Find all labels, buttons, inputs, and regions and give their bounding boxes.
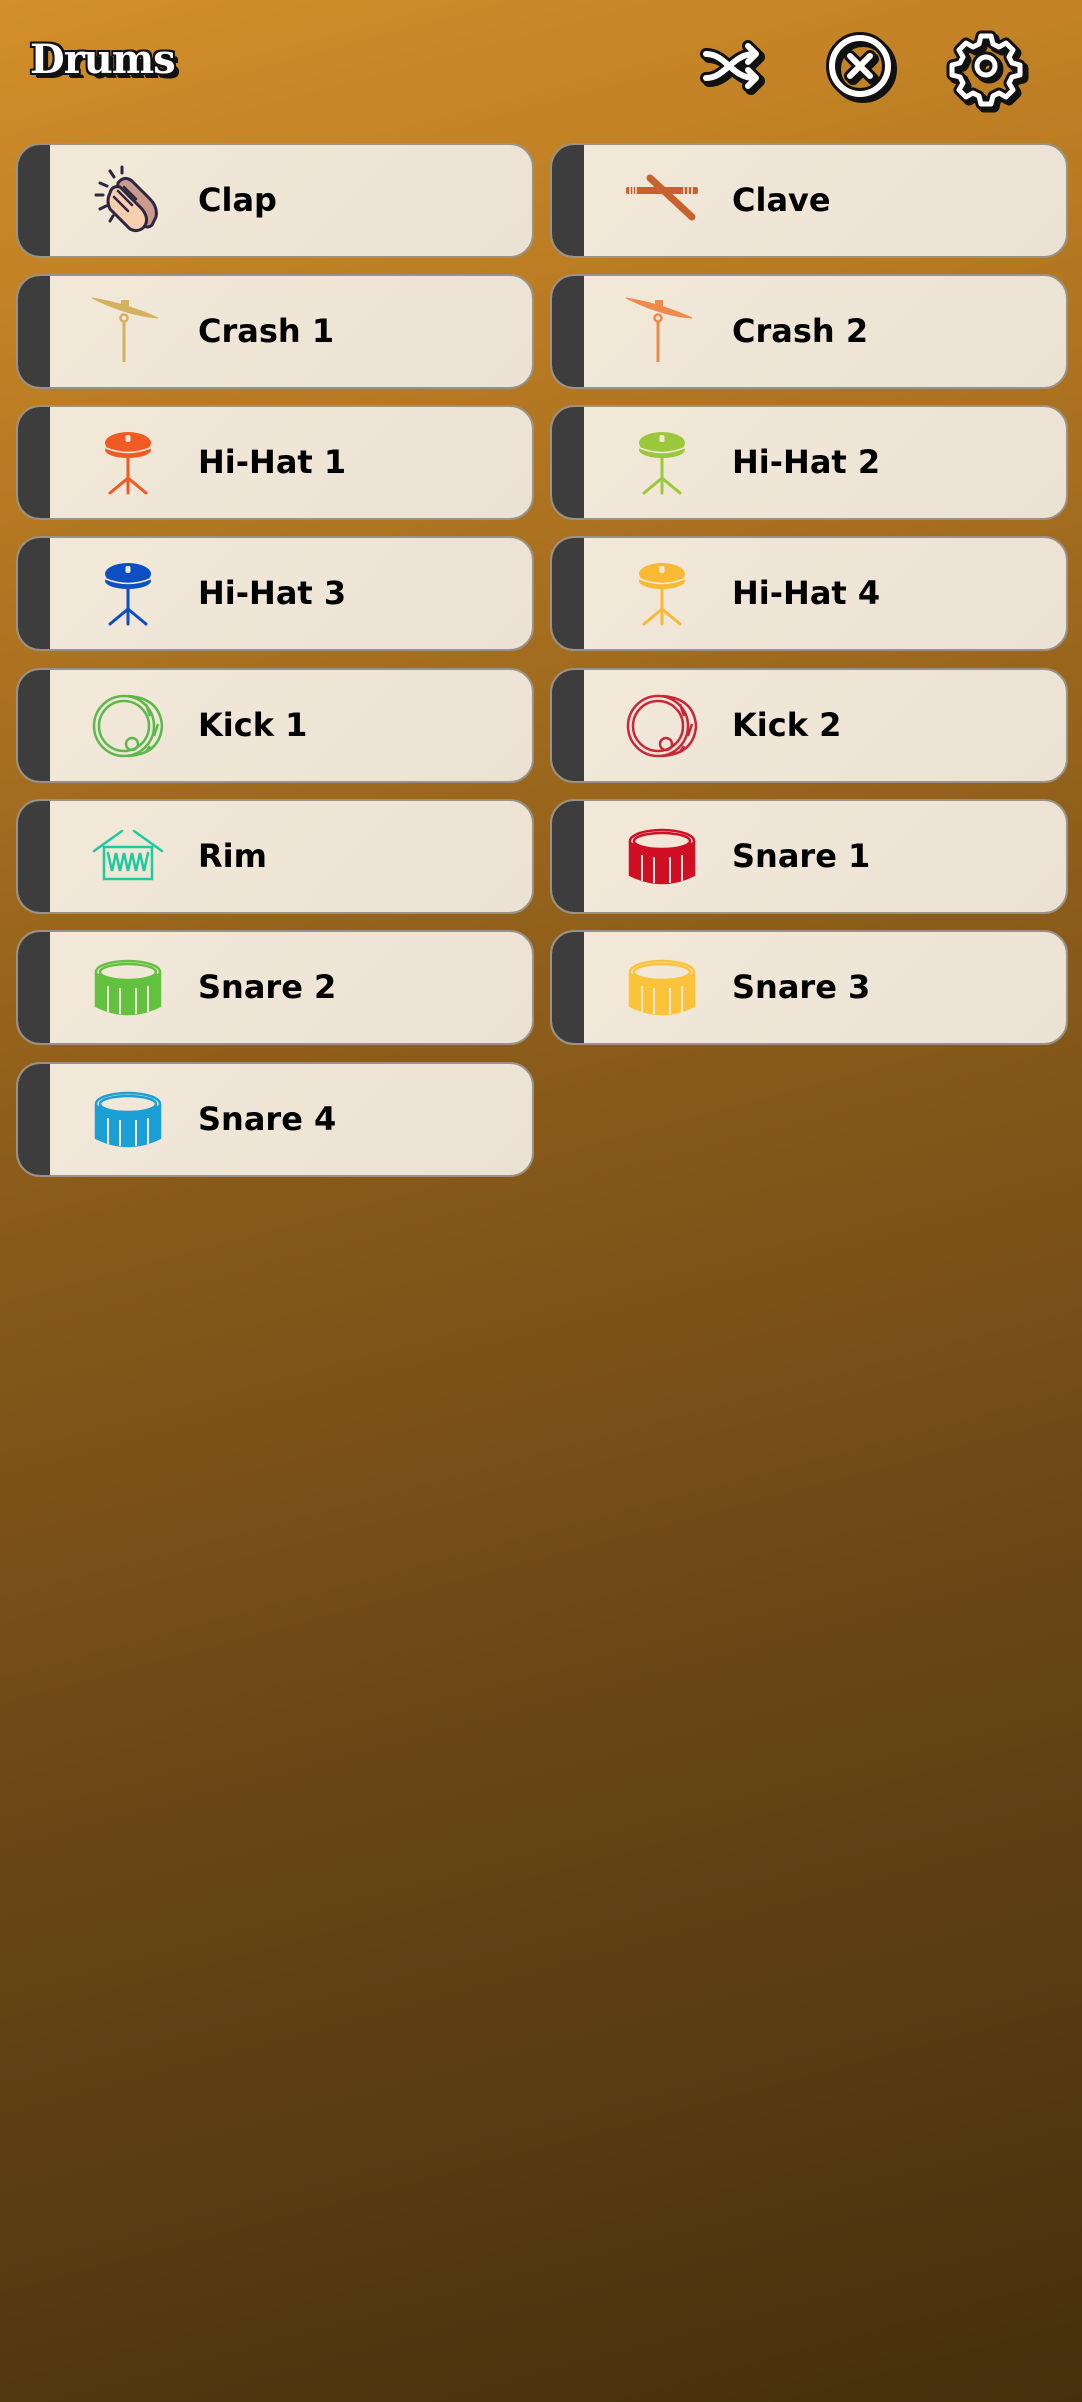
snare-drum-icon xyxy=(88,1080,168,1160)
card-accent-bar xyxy=(552,276,584,387)
shuffle-icon xyxy=(700,40,765,95)
instrument-label: Snare 2 xyxy=(198,968,337,1006)
instrument-label: Kick 1 xyxy=(198,706,308,744)
instrument-label: Crash 1 xyxy=(198,312,335,350)
card-accent-bar xyxy=(18,932,50,1043)
kick-drum-icon xyxy=(88,686,168,766)
instrument-card-hi-hat-3[interactable]: Hi-Hat 3 xyxy=(16,536,534,651)
rim-icon xyxy=(88,817,168,897)
card-accent-bar xyxy=(18,670,50,781)
snare-drum-icon xyxy=(622,817,702,897)
card-accent-bar xyxy=(18,538,50,649)
instrument-label: Clap xyxy=(198,181,277,219)
card-accent-bar xyxy=(552,932,584,1043)
clap-icon xyxy=(88,161,168,241)
hihat-icon xyxy=(88,423,168,503)
instrument-card-crash-1[interactable]: Crash 1 xyxy=(16,274,534,389)
card-accent-bar xyxy=(18,407,50,518)
gear-icon xyxy=(950,30,1022,102)
app-title: Drums xyxy=(30,36,176,83)
snare-drum-icon xyxy=(622,948,702,1028)
clave-icon xyxy=(622,161,702,241)
close-button[interactable] xyxy=(822,28,898,104)
card-accent-bar xyxy=(18,145,50,256)
instrument-card-hi-hat-1[interactable]: Hi-Hat 1 xyxy=(16,405,534,520)
hihat-icon xyxy=(88,554,168,634)
instrument-label: Hi-Hat 4 xyxy=(732,574,881,612)
instrument-label: Rim xyxy=(198,837,267,875)
snare-drum-icon xyxy=(88,948,168,1028)
instrument-label: Hi-Hat 2 xyxy=(732,443,881,481)
instrument-card-clave[interactable]: Clave xyxy=(550,143,1068,258)
instrument-card-snare-4[interactable]: Snare 4 xyxy=(16,1062,534,1177)
instrument-card-kick-2[interactable]: Kick 2 xyxy=(550,668,1068,783)
instrument-label: Snare 1 xyxy=(732,837,871,875)
crash-cymbal-icon xyxy=(88,292,168,372)
hihat-icon xyxy=(622,423,702,503)
instrument-label: Hi-Hat 1 xyxy=(198,443,347,481)
kick-drum-icon xyxy=(622,686,702,766)
app-header: Drums xyxy=(0,0,1082,130)
instrument-card-snare-3[interactable]: Snare 3 xyxy=(550,930,1068,1045)
shuffle-button[interactable] xyxy=(696,28,772,104)
card-accent-bar xyxy=(552,145,584,256)
crash-cymbal-icon xyxy=(622,292,702,372)
card-accent-bar xyxy=(18,276,50,387)
card-accent-bar xyxy=(18,801,50,912)
instrument-label: Clave xyxy=(732,181,831,219)
instrument-card-hi-hat-2[interactable]: Hi-Hat 2 xyxy=(550,405,1068,520)
instrument-card-crash-2[interactable]: Crash 2 xyxy=(550,274,1068,389)
card-accent-bar xyxy=(552,670,584,781)
instrument-card-clap[interactable]: Clap xyxy=(16,143,534,258)
instrument-card-rim[interactable]: Rim xyxy=(16,799,534,914)
card-accent-bar xyxy=(552,407,584,518)
instrument-label: Hi-Hat 3 xyxy=(198,574,347,612)
card-accent-bar xyxy=(552,538,584,649)
instrument-card-hi-hat-4[interactable]: Hi-Hat 4 xyxy=(550,536,1068,651)
instrument-card-kick-1[interactable]: Kick 1 xyxy=(16,668,534,783)
hihat-icon xyxy=(622,554,702,634)
instrument-label: Snare 4 xyxy=(198,1100,337,1138)
close-circle-icon xyxy=(826,32,897,103)
instrument-label: Crash 2 xyxy=(732,312,869,350)
card-accent-bar xyxy=(18,1064,50,1175)
instrument-label: Snare 3 xyxy=(732,968,871,1006)
instrument-card-snare-1[interactable]: Snare 1 xyxy=(550,799,1068,914)
instrument-label: Kick 2 xyxy=(732,706,842,744)
settings-button[interactable] xyxy=(948,28,1024,104)
card-accent-bar xyxy=(552,801,584,912)
instrument-card-snare-2[interactable]: Snare 2 xyxy=(16,930,534,1045)
